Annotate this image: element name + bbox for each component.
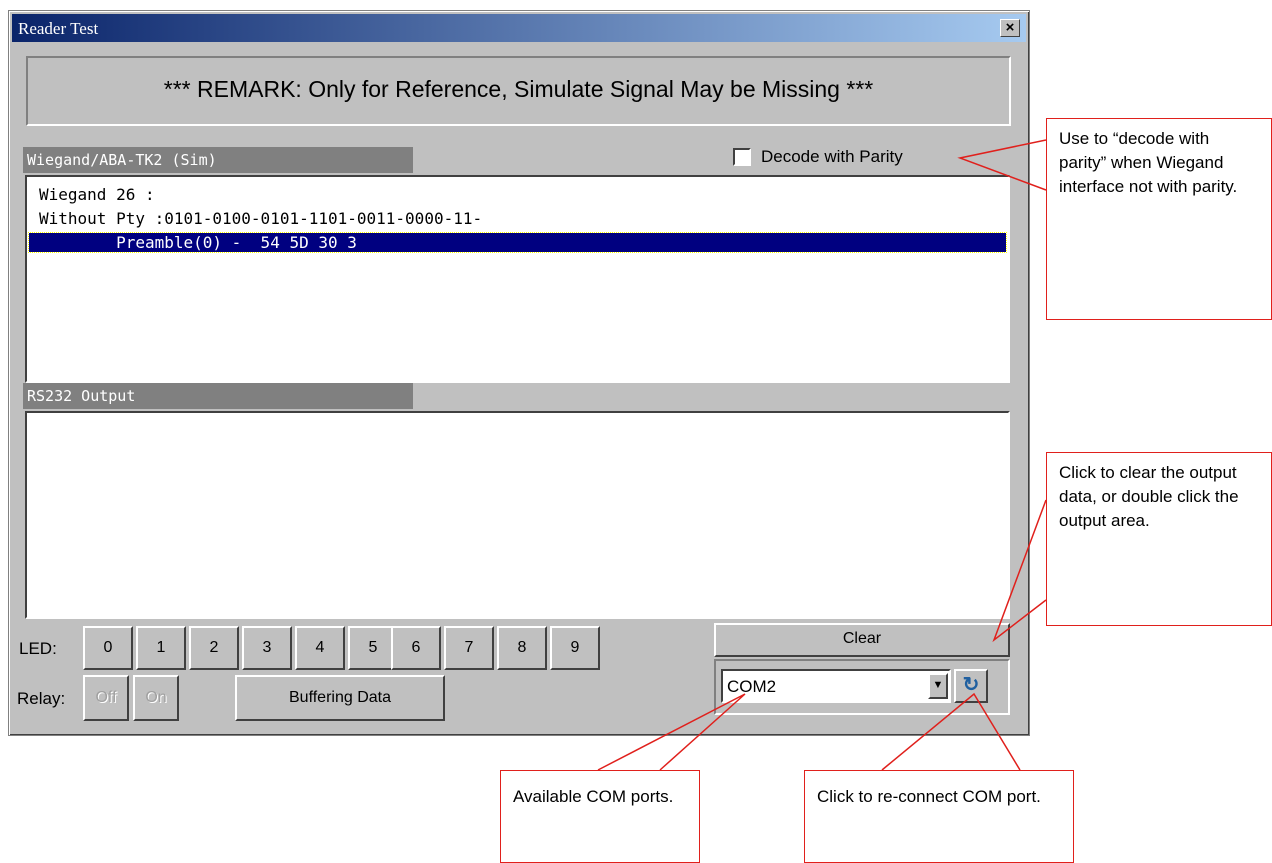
callout-leader-lines xyxy=(597,139,1047,771)
